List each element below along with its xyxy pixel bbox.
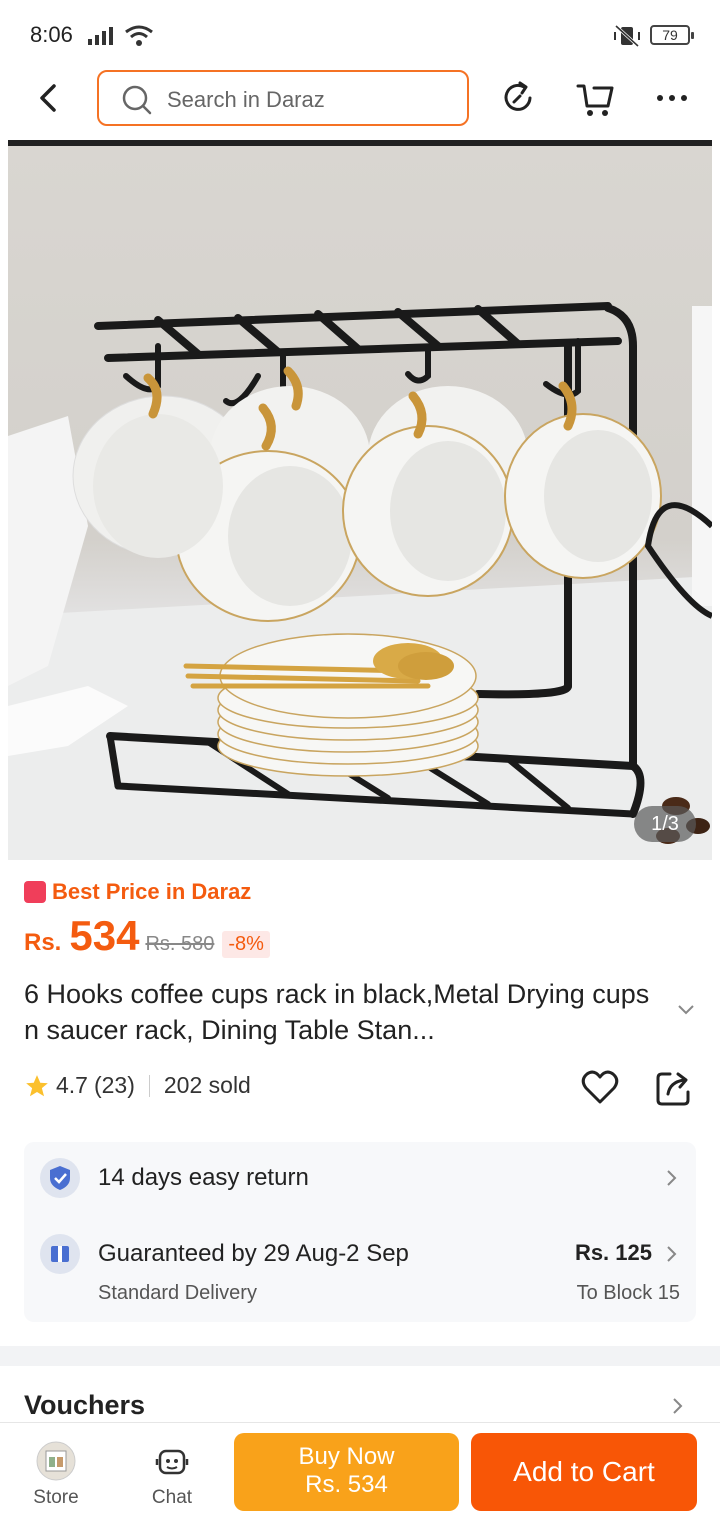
chevron-right-icon[interactable] xyxy=(664,1244,678,1264)
chat-label: Chat xyxy=(151,1487,193,1508)
more-options-icon[interactable] xyxy=(654,78,690,118)
rating-value: 4.7 xyxy=(56,1072,88,1098)
best-price-label: Best Price in Daraz xyxy=(52,879,252,904)
price-currency: Rs. xyxy=(24,929,62,956)
share-icon[interactable] xyxy=(654,1068,694,1108)
vouchers-heading[interactable]: Vouchers xyxy=(24,1390,145,1421)
vibrate-mute-icon xyxy=(614,24,640,48)
current-price: 534 xyxy=(69,912,140,959)
search-icon xyxy=(122,85,152,115)
return-policy[interactable]: 14 days easy return xyxy=(98,1164,309,1192)
star-icon xyxy=(26,1074,48,1096)
store-label: Store xyxy=(33,1487,79,1508)
review-count: (23) xyxy=(93,1072,135,1098)
delivery-fee: Rs. 125 xyxy=(574,1240,652,1265)
back-arrow-icon[interactable] xyxy=(30,78,66,118)
bottom-action-bar: Store Chat Buy Now Rs. 534 Add to Cart xyxy=(0,1422,720,1520)
rating-row[interactable]: 4.7 (23) 202 sold xyxy=(24,1072,251,1099)
divider xyxy=(148,1074,150,1097)
add-to-cart-button[interactable]: Add to Cart xyxy=(471,1433,697,1511)
search-placeholder: Search in Daraz xyxy=(167,87,325,112)
buy-now-price: Rs. 534 xyxy=(305,1471,388,1498)
store-avatar-icon xyxy=(36,1441,76,1481)
buy-now-label: Buy Now xyxy=(298,1443,395,1470)
shield-check-icon xyxy=(40,1158,80,1198)
store-tab[interactable]: Store xyxy=(6,1423,106,1521)
chevron-right-icon[interactable] xyxy=(664,1168,678,1188)
battery-indicator: 79 xyxy=(650,25,694,45)
chat-bot-icon xyxy=(155,1449,189,1475)
sold-count: 202 sold xyxy=(163,1072,251,1098)
search-input[interactable]: Search in Daraz xyxy=(97,70,469,126)
image-counter: 1/3 xyxy=(634,806,696,842)
discount-badge: -8% xyxy=(222,931,270,958)
original-price: Rs. 580 xyxy=(145,933,215,955)
status-time: 8:06 xyxy=(30,22,73,47)
chat-tab[interactable]: Chat xyxy=(122,1423,222,1521)
heart-icon[interactable] xyxy=(580,1068,620,1108)
price-tag-icon xyxy=(24,881,46,903)
delivery-icon xyxy=(40,1234,80,1274)
best-price-badge: Best Price in Daraz xyxy=(24,878,251,906)
share-refresh-icon[interactable] xyxy=(500,78,536,118)
chevron-down-icon[interactable] xyxy=(676,1003,696,1017)
buy-now-button[interactable]: Buy Now Rs. 534 xyxy=(234,1433,459,1511)
delivery-destination: To Block 15 xyxy=(576,1282,680,1304)
status-bar: 8:06 79 xyxy=(0,0,720,64)
section-divider xyxy=(0,1346,720,1366)
product-title[interactable]: 6 Hooks coffee cups rack in black,Metal … xyxy=(24,976,664,1048)
product-photo xyxy=(8,302,712,860)
product-image[interactable]: 1/3 xyxy=(8,146,712,860)
signal-icon xyxy=(88,27,113,45)
price-row: Rs. 534 Rs. 580 -8% xyxy=(24,912,270,960)
service-card: 14 days easy return Guaranteed by 29 Aug… xyxy=(24,1142,696,1322)
wifi-icon xyxy=(125,25,153,46)
delivery-type: Standard Delivery xyxy=(98,1282,257,1304)
delivery-guarantee[interactable]: Guaranteed by 29 Aug-2 Sep xyxy=(98,1240,409,1268)
cart-icon[interactable] xyxy=(576,78,616,118)
chevron-right-icon[interactable] xyxy=(670,1396,684,1416)
